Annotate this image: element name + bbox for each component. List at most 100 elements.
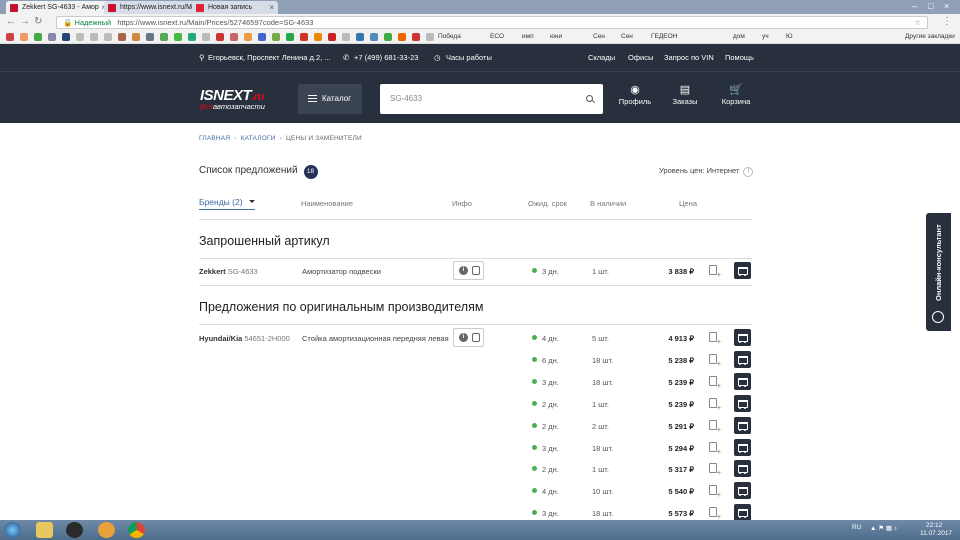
add-to-cart-button[interactable]	[734, 460, 751, 477]
info-icon[interactable]: i	[459, 333, 468, 342]
chrome-icon[interactable]	[128, 522, 145, 538]
add-to-notepad-icon[interactable]	[709, 332, 721, 346]
add-to-notepad-icon[interactable]	[709, 442, 721, 456]
bookmark-icon[interactable]	[118, 33, 126, 41]
tray-icons[interactable]: ▲ ⚑ ▦ ♪	[870, 524, 897, 532]
bookmark-label[interactable]: Сен	[593, 33, 605, 40]
working-hours-link[interactable]: Часы работы	[446, 53, 492, 62]
add-to-cart-button[interactable]	[734, 395, 751, 412]
start-icon[interactable]	[4, 522, 21, 538]
bookmark-icon[interactable]	[104, 33, 112, 41]
column-header-wait[interactable]: Ожид. срок	[528, 199, 567, 208]
bookmark-icon[interactable]	[384, 33, 392, 41]
brands-filter-dropdown[interactable]: Бренды (2)	[199, 197, 255, 210]
phone-number[interactable]: +7 (499) 681-33-23	[354, 53, 418, 62]
maximize-icon[interactable]: □	[928, 0, 933, 12]
price-level-help-icon[interactable]: !	[743, 167, 754, 177]
add-to-notepad-icon[interactable]	[709, 265, 721, 279]
add-to-cart-button[interactable]	[734, 351, 751, 368]
bookmark-icon[interactable]	[314, 33, 322, 41]
column-header-stock[interactable]: В наличии	[590, 199, 626, 208]
bookmark-star-icon[interactable]: ☆	[914, 17, 921, 28]
info-icon[interactable]: i	[459, 266, 468, 275]
bookmark-icon[interactable]	[202, 33, 210, 41]
bookmark-label[interactable]: ECO	[490, 33, 504, 40]
browser-tab-3[interactable]: Новая запись ×	[192, 1, 278, 14]
bookmark-label[interactable]: юни	[550, 33, 562, 40]
bookmark-icon[interactable]	[412, 33, 420, 41]
search-icon[interactable]	[586, 95, 593, 102]
bookmark-icon[interactable]	[398, 33, 406, 41]
vin-request-link[interactable]: Запрос по VIN	[664, 53, 714, 62]
info-buttons[interactable]: i	[453, 328, 484, 347]
add-to-cart-button[interactable]	[734, 504, 751, 521]
back-icon[interactable]: ←	[6, 16, 16, 27]
add-to-cart-button[interactable]	[734, 417, 751, 434]
bookmark-icon[interactable]	[356, 33, 364, 41]
bookmark-icon[interactable]	[342, 33, 350, 41]
bookmark-icon[interactable]	[76, 33, 84, 41]
bookmark-icon[interactable]	[34, 33, 42, 41]
column-header-price[interactable]: Цена	[679, 199, 697, 208]
bookmark-label[interactable]: Победа	[438, 33, 461, 40]
add-to-notepad-icon[interactable]	[709, 463, 721, 477]
language-indicator[interactable]: RU	[852, 524, 861, 531]
forward-icon[interactable]: →	[20, 16, 30, 27]
bookmark-icon[interactable]	[272, 33, 280, 41]
help-link[interactable]: Помощь	[725, 53, 754, 62]
add-to-notepad-icon[interactable]	[709, 376, 721, 390]
add-to-notepad-icon[interactable]	[709, 485, 721, 499]
info-buttons[interactable]: i	[453, 261, 484, 280]
isnext-logo[interactable]: ISNEXT.ru Всеавтозапчасти	[200, 87, 265, 111]
bookmark-icon[interactable]	[328, 33, 336, 41]
window-close-icon[interactable]: ×	[944, 0, 949, 12]
bookmark-icon[interactable]	[286, 33, 294, 41]
warehouses-link[interactable]: Склады	[588, 53, 615, 62]
bookmark-label[interactable]: уч	[762, 33, 769, 40]
bookmark-icon[interactable]	[90, 33, 98, 41]
search-input[interactable]: SG-4633	[380, 84, 603, 114]
bookmark-icon[interactable]	[258, 33, 266, 41]
app-icon[interactable]	[98, 522, 115, 538]
tab-close-icon[interactable]: ×	[269, 1, 274, 14]
bookmark-icon[interactable]	[230, 33, 238, 41]
bookmark-icon[interactable]	[20, 33, 28, 41]
offices-link[interactable]: Офисы	[628, 53, 653, 62]
bookmark-label[interactable]: дом	[733, 33, 745, 40]
add-to-cart-button[interactable]	[734, 373, 751, 390]
orders-button[interactable]: ▤ Заказы	[660, 83, 710, 106]
browser-tab-2[interactable]: https://www.isnext.ru/M ×	[104, 1, 198, 14]
add-to-cart-button[interactable]	[734, 262, 751, 279]
bookmark-icon[interactable]	[244, 33, 252, 41]
bookmark-icon[interactable]	[370, 33, 378, 41]
breadcrumb-catalogs[interactable]: КАТАЛОГИ	[241, 135, 276, 142]
explorer-icon[interactable]	[36, 522, 53, 538]
breadcrumb-home[interactable]: ГЛАВНАЯ	[199, 135, 230, 142]
bookmark-label[interactable]: имп	[522, 33, 534, 40]
app-icon[interactable]	[66, 522, 83, 538]
bookmark-icon[interactable]	[300, 33, 308, 41]
bookmark-icon[interactable]	[132, 33, 140, 41]
bookmark-label[interactable]: Сен	[621, 33, 633, 40]
store-address[interactable]: Егорьевск, Проспект Ленина д.2, ...	[208, 53, 331, 62]
browser-tab-1[interactable]: Zekkert SG-4633 - Амор ×	[6, 1, 110, 14]
bookmark-label[interactable]: Ю	[786, 33, 793, 40]
catalog-button[interactable]: Каталог	[298, 84, 362, 114]
car-icon[interactable]	[472, 266, 480, 275]
minimize-icon[interactable]: –	[912, 0, 917, 12]
bookmark-icon[interactable]	[216, 33, 224, 41]
cart-button[interactable]: 🛒 Корзина	[711, 83, 761, 106]
profile-button[interactable]: ◉ Профиль	[610, 83, 660, 106]
add-to-notepad-icon[interactable]	[709, 420, 721, 434]
add-to-cart-button[interactable]	[734, 329, 751, 346]
add-to-cart-button[interactable]	[734, 439, 751, 456]
bookmark-icon[interactable]	[174, 33, 182, 41]
bookmark-icon[interactable]	[426, 33, 434, 41]
other-bookmarks[interactable]: Другие закладки	[905, 33, 955, 40]
bookmark-icon[interactable]	[48, 33, 56, 41]
column-header-name[interactable]: Наименование	[301, 199, 353, 208]
reload-icon[interactable]: ↻	[34, 16, 42, 27]
menu-icon[interactable]: ⋮	[942, 16, 952, 27]
online-consultant-tab[interactable]: Онлайн-консультант	[926, 213, 951, 331]
bookmark-icon[interactable]	[146, 33, 154, 41]
